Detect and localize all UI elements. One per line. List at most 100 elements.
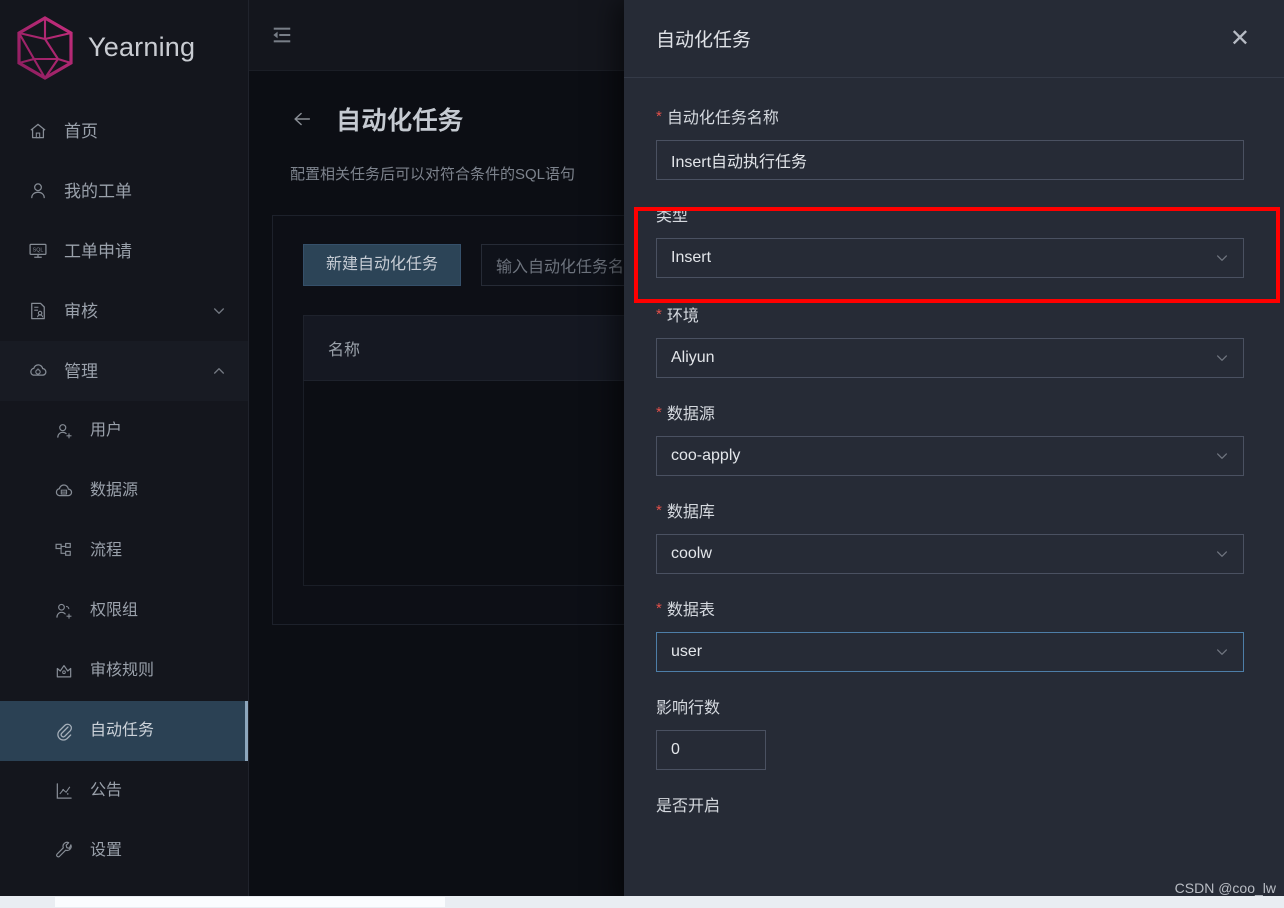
label-text: 数据源: [666, 406, 715, 423]
sidebar-item-label: 设置: [90, 842, 123, 859]
select-value: Insert: [671, 249, 712, 266]
sidebar-item-permission-group[interactable]: 权限组: [0, 581, 248, 641]
label-text: 环境: [666, 308, 699, 325]
paperclip-icon: [57, 723, 72, 741]
user-icon: [31, 183, 45, 199]
select-value: coolw: [671, 545, 712, 562]
database-select[interactable]: coolw: [656, 534, 1244, 574]
task-name-input[interactable]: Insert自动执行任务: [656, 140, 1244, 180]
user-group-icon: [56, 603, 72, 619]
field-type: 类型 Insert: [656, 202, 1244, 278]
field-label: * 数据库: [656, 498, 1244, 522]
sidebar-item-manage[interactable]: 管理: [0, 341, 248, 401]
scrollbar-thumb[interactable]: [55, 897, 445, 907]
affected-rows-input[interactable]: 0: [656, 730, 766, 770]
required-asterisk: *: [656, 305, 662, 323]
user-add-icon: [57, 424, 72, 439]
sidebar-item-label: 工单申请: [64, 241, 132, 261]
sidebar-item-flow[interactable]: 流程: [0, 521, 248, 581]
field-label: 影响行数: [656, 694, 1244, 718]
required-asterisk: *: [656, 403, 662, 421]
audit-doc-icon: [31, 302, 45, 320]
chart-icon: [56, 783, 72, 799]
chevron-down-icon: [1217, 453, 1227, 459]
sidebar-item-label: 审核规则: [90, 662, 155, 679]
chevron-down-icon: [1217, 551, 1227, 557]
sidebar-item-label: 用户: [90, 422, 123, 439]
label-text: 自动化任务名称: [666, 110, 779, 127]
sidebar-item-my-orders[interactable]: 我的工单: [0, 161, 248, 221]
cloud-gear-icon: [30, 364, 47, 376]
field-label: * 自动化任务名称: [656, 104, 1244, 128]
page-title: 自动化任务: [336, 107, 464, 135]
auto-task-drawer: 自动化任务 ✕ * 自动化任务名称 Insert自动执行任务 类型 Insert…: [624, 0, 1284, 908]
drawer-title: 自动化任务: [656, 30, 752, 51]
label-text: 类型: [656, 208, 689, 225]
hexagon-logo-icon: [17, 15, 73, 80]
chevron-down-icon[interactable]: [212, 304, 226, 318]
flow-icon: [55, 542, 71, 556]
field-affected-rows: 影响行数 0: [656, 694, 1244, 770]
field-enabled: 是否开启: [656, 792, 1244, 816]
sidebar-nav: 首页 我的工单 SQL 工单申请 审核 管理 用户 数据源 流程 权限组 审核规…: [0, 95, 248, 908]
sidebar-item-label: 权限组: [90, 602, 139, 619]
chevron-up-icon[interactable]: [212, 364, 226, 378]
table-select[interactable]: user: [656, 632, 1244, 672]
select-value: user: [671, 643, 703, 660]
sidebar-item-label: 管理: [64, 361, 98, 381]
sidebar-item-home[interactable]: 首页: [0, 101, 248, 161]
select-value: Aliyun: [671, 349, 715, 366]
drawer-form: * 自动化任务名称 Insert自动执行任务 类型 Insert * 环境 Al…: [624, 78, 1284, 816]
field-database: * 数据库 coolw: [656, 498, 1244, 574]
type-select[interactable]: Insert: [656, 238, 1244, 278]
chevron-down-icon: [1217, 649, 1227, 655]
crown-icon: [56, 664, 72, 678]
brand-name: Yearning: [88, 32, 196, 62]
environment-select[interactable]: Aliyun: [656, 338, 1244, 378]
brand-logo[interactable]: Yearning: [0, 0, 248, 95]
field-label: * 数据表: [656, 596, 1244, 620]
field-table: * 数据表 user: [656, 596, 1244, 672]
sidebar-item-label: 审核: [64, 301, 98, 321]
svg-text:SQL: SQL: [33, 248, 44, 254]
sidebar: Yearning 首页 我的工单 SQL 工单申请 审核 管理 用户 数据源 流…: [0, 0, 249, 908]
sidebar-item-auto-task[interactable]: 自动任务: [0, 701, 248, 761]
required-asterisk: *: [656, 501, 662, 519]
label-text: 是否开启: [656, 798, 721, 815]
sidebar-item-datasource[interactable]: 数据源: [0, 461, 248, 521]
close-icon[interactable]: ✕: [1230, 26, 1250, 51]
sidebar-item-label: 自动任务: [90, 722, 155, 739]
new-task-button[interactable]: 新建自动化任务: [303, 244, 462, 286]
field-label: 是否开启: [656, 792, 1244, 816]
field-datasource: * 数据源 coo-apply: [656, 400, 1244, 476]
sidebar-item-label: 公告: [90, 782, 123, 799]
chevron-down-icon: [1217, 355, 1227, 361]
sidebar-item-label: 数据源: [90, 482, 139, 499]
label-text: 数据表: [666, 602, 715, 619]
field-environment: * 环境 Aliyun: [656, 302, 1244, 378]
field-label: 类型: [656, 202, 1244, 226]
drawer-header: 自动化任务 ✕: [624, 0, 1284, 78]
sidebar-item-settings[interactable]: 设置: [0, 821, 248, 881]
sidebar-item-users[interactable]: 用户: [0, 401, 248, 461]
field-label: * 环境: [656, 302, 1244, 326]
sidebar-item-announcement[interactable]: 公告: [0, 761, 248, 821]
horizontal-scrollbar[interactable]: [0, 896, 1284, 908]
sidebar-item-audit-rules[interactable]: 审核规则: [0, 641, 248, 701]
required-asterisk: *: [656, 599, 662, 617]
datasource-select[interactable]: coo-apply: [656, 436, 1244, 476]
sidebar-item-order-apply[interactable]: SQL 工单申请: [0, 221, 248, 281]
sidebar-item-label: 首页: [64, 121, 98, 141]
label-text: 数据库: [666, 504, 715, 521]
input-value: 0: [671, 741, 680, 758]
sidebar-item-label: 流程: [90, 542, 123, 559]
database-cloud-icon: [55, 484, 73, 497]
menu-collapse-icon[interactable]: [270, 24, 294, 46]
csdn-credit: CSDN @coo_lw: [1174, 880, 1276, 896]
sql-monitor-icon: SQL: [29, 243, 47, 258]
search-placeholder: 输入自动化任务名: [496, 259, 625, 276]
required-asterisk: *: [656, 107, 662, 125]
sidebar-item-audit[interactable]: 审核: [0, 281, 248, 341]
back-arrow-icon[interactable]: [290, 108, 314, 130]
input-value: Insert自动执行任务: [671, 154, 808, 171]
